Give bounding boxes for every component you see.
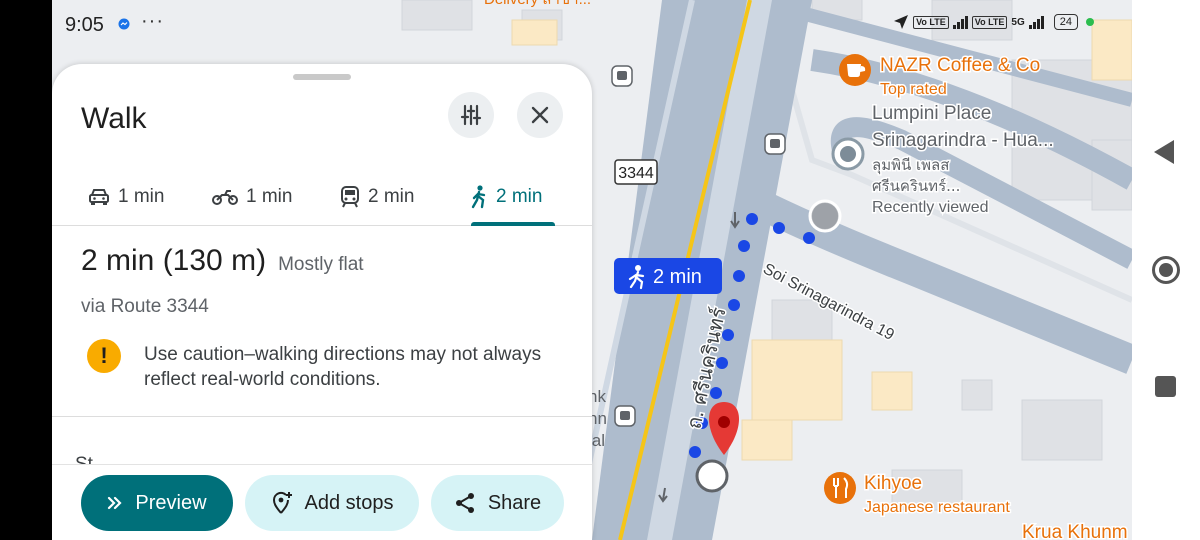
tab-transit[interactable]: 2 min [340, 168, 414, 226]
add-stops-button[interactable]: Add stops [245, 475, 419, 531]
status-time: 9:05 [65, 14, 104, 36]
tab-drive[interactable]: 1 min [88, 168, 164, 226]
poi-coffee-name: NAZR Coffee & Co [880, 55, 1040, 76]
back-icon[interactable] [1154, 140, 1174, 164]
signal-bars-icon-1 [952, 15, 968, 29]
messenger-notification-icon [118, 18, 130, 30]
share-button-label: Share [487, 491, 542, 514]
directions-bottom-sheet[interactable]: Walk 1 min 1 min 2 min 2 min 2 min (130 … [52, 64, 592, 540]
home-icon[interactable] [1152, 256, 1180, 284]
poi-lumpini-line1: Lumpini Place [872, 103, 991, 124]
svg-text:3344: 3344 [618, 165, 654, 182]
poi-kihyoe-name: Kihyoe [864, 473, 922, 494]
travel-mode-tabs: 1 min 1 min 2 min 2 min [52, 168, 592, 226]
tab-walk-label: 2 min [496, 186, 543, 207]
poi-krua[interactable]: Krua Khunm [1021, 521, 1130, 540]
volte-badge-1: Vo LTE [913, 15, 949, 29]
poi-lumpini-sub: Recently viewed [872, 199, 989, 216]
route-duration-distance: 2 min (130 m) [81, 244, 267, 277]
volte-badge-2: Vo LTE [971, 15, 1008, 29]
network-type: 5G [1011, 16, 1025, 28]
system-navigation-bar [1132, 0, 1200, 540]
preview-button[interactable]: Preview [81, 475, 233, 531]
add-location-icon [272, 491, 292, 514]
share-icon [455, 493, 474, 513]
close-button[interactable] [517, 92, 563, 138]
car-icon [89, 189, 109, 205]
poi-lumpini-line3: ลุมพินี เพลส [872, 156, 949, 175]
tune-icon [460, 104, 482, 126]
status-bar: 9:05 ··· Vo LTE Vo LTE 5G 24 [52, 0, 1132, 50]
sheet-title: Walk [81, 102, 147, 135]
recent-apps-icon[interactable] [1155, 376, 1176, 397]
double-chevron-icon [108, 496, 122, 510]
tab-transit-label: 2 min [368, 186, 415, 207]
action-bar: Preview Add stops Share [52, 464, 592, 540]
route-terrain: Mostly flat [278, 254, 364, 275]
bus-stop-icon[interactable] [614, 405, 636, 427]
tab-motorcycle-label: 1 min [246, 186, 293, 207]
poi-lumpini-line4: ศรีนครินทร์... [872, 177, 960, 195]
section-divider [52, 416, 592, 417]
route-options-button[interactable] [448, 92, 494, 138]
route-duration-badge[interactable]: 2 min [614, 258, 722, 294]
walk-icon [471, 185, 486, 209]
tab-walk[interactable]: 2 min [470, 168, 542, 226]
drag-handle[interactable] [293, 74, 351, 80]
preview-button-label: Preview [135, 491, 207, 514]
battery-level: 24 [1053, 14, 1078, 30]
status-icons: Vo LTE Vo LTE 5G 24 [893, 14, 1094, 30]
phone-screen: 3344 2 min Soi Srinagarindra 19 ถ. ศรีนค… [52, 0, 1132, 540]
poi-kihyoe-sub: Japanese restaurant [864, 499, 1010, 516]
route-summary: 2 min (130 m) Mostly flat [81, 244, 364, 278]
status-more-notifications: ··· [141, 10, 164, 32]
signal-bars-icon-2 [1028, 15, 1044, 29]
share-button[interactable]: Share [431, 475, 564, 531]
location-arrow-icon [894, 15, 909, 29]
motorcycle-icon [212, 190, 238, 205]
active-tab-indicator [471, 222, 555, 226]
bus-stop-icon[interactable] [764, 133, 786, 155]
transit-icon [341, 186, 359, 208]
poi-coffee-sub: Top rated [880, 81, 947, 98]
route-number-sign: 3344 [614, 159, 658, 185]
tab-drive-label: 1 min [118, 186, 165, 207]
walking-caution-text: Use caution–walking directions may not a… [144, 344, 542, 390]
bus-stop-icon[interactable] [611, 65, 633, 87]
route-via: via Route 3344 [81, 296, 209, 317]
svg-text:2 min: 2 min [653, 266, 702, 288]
warning-icon: ! [87, 339, 121, 373]
close-icon [531, 106, 549, 124]
tab-motorcycle[interactable]: 1 min [212, 168, 292, 226]
privacy-indicator-dot [1086, 18, 1094, 26]
poi-lumpini-line2: Srinagarindra - Hua... [872, 130, 1054, 151]
add-stops-button-label: Add stops [304, 491, 394, 514]
